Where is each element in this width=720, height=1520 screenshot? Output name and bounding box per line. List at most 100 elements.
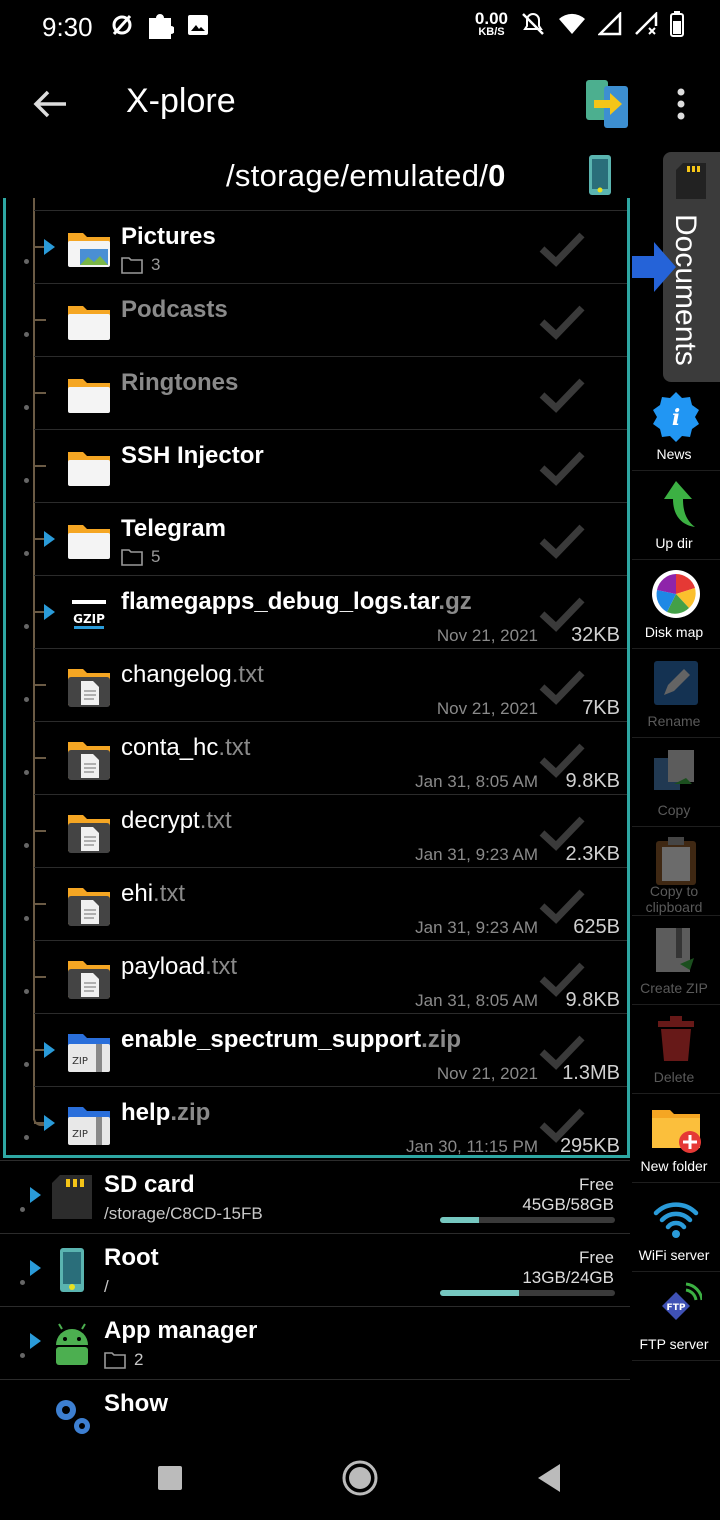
dual-pane-icon[interactable] (584, 76, 630, 130)
check-icon[interactable] (538, 450, 586, 486)
recents-icon[interactable] (150, 1458, 190, 1498)
phone-icon (50, 1246, 94, 1294)
expand-arrow-icon[interactable] (30, 1187, 41, 1203)
file-row-changelog-txt[interactable]: changelog.txt Nov 21, 2021 7KB (24, 648, 627, 721)
device-row-root[interactable]: Root / Free 13GB/24GB (0, 1233, 630, 1306)
file-name: ehi.txt (121, 880, 186, 907)
file-row-pictures[interactable]: Pictures 3 (24, 210, 627, 283)
toolbar-ftp-server-button[interactable]: FTP FTP server (632, 1272, 720, 1361)
file-date: Jan 31, 9:23 AM (415, 918, 538, 937)
expand-arrow-icon[interactable] (30, 1260, 41, 1276)
toolbar-new-folder-button[interactable]: New folder (632, 1094, 720, 1183)
file-date: Jan 31, 8:05 AM (415, 991, 538, 1010)
toolbar-label: Create ZIP (640, 980, 708, 996)
folder-file-icon (66, 371, 112, 417)
file-row-podcasts[interactable]: Podcasts (24, 283, 627, 356)
toolbar-label: Rename (647, 713, 701, 729)
expand-arrow-icon[interactable] (30, 1333, 41, 1349)
toolbar-label: Disk map (644, 624, 704, 640)
device-name: Show (104, 1390, 168, 1417)
file-row-help-zip[interactable]: ZIP help.zip Jan 30, 11:15 PM 295KB (24, 1086, 627, 1155)
check-icon[interactable] (538, 377, 586, 413)
check-icon[interactable] (538, 231, 586, 267)
svg-text:ZIP: ZIP (72, 1056, 88, 1067)
file-row-ehi-txt[interactable]: ehi.txt Jan 31, 9:23 AM 625B (24, 867, 627, 940)
check-icon[interactable] (538, 815, 586, 851)
back-nav-icon[interactable] (530, 1458, 570, 1498)
file-row-payload-txt[interactable]: payload.txt Jan 31, 8:05 AM 9.8KB (24, 940, 627, 1013)
file-date: Nov 21, 2021 (436, 699, 538, 718)
expand-arrow-icon[interactable] (44, 604, 55, 620)
more-vert-icon[interactable] (672, 84, 690, 124)
file-row-ringtones[interactable]: Ringtones (24, 356, 627, 429)
file-size: 7KB (582, 697, 620, 719)
toolbar-up-dir-button[interactable]: Up dir (632, 471, 720, 560)
file-row-enable-spectrum-support-zip[interactable]: ZIP enable_spectrum_support.zip Nov 21, 20… (24, 1013, 627, 1086)
check-icon[interactable] (538, 742, 586, 778)
device-row-sd-card[interactable]: SD card/storage/C8CD-15FB Free 45GB/58GB (0, 1160, 630, 1233)
check-icon[interactable] (538, 888, 586, 924)
toolbar-label: News (656, 446, 692, 462)
check-icon[interactable] (538, 961, 586, 997)
file-row-conta-hc-txt[interactable]: conta_hc.txt Jan 31, 8:05 AM 9.8KB (24, 721, 627, 794)
file-name: Pictures (121, 223, 216, 250)
mute-icon (522, 12, 544, 35)
back-arrow-icon[interactable] (30, 84, 70, 124)
folder-file-icon (66, 517, 112, 563)
storage-usage-bar (440, 1290, 615, 1296)
app-bar: X-plore (0, 56, 720, 152)
toolbar-disk-map-button[interactable]: Disk map (632, 560, 720, 649)
ftp-icon: FTP (650, 1280, 704, 1332)
current-path[interactable]: /storage/emulated/0 (226, 158, 506, 194)
check-icon[interactable] (538, 523, 586, 559)
file-name: flamegapps_debug_logs.tar.gz (121, 588, 472, 615)
svg-text:GZIP: GZIP (73, 612, 105, 626)
file-name: help.zip (121, 1099, 211, 1126)
toolbar-news-button[interactable]: i News (632, 382, 720, 471)
file-row-telegram[interactable]: Telegram 5 (24, 502, 627, 575)
data-saver-icon (112, 15, 132, 35)
toolbar-rename-button[interactable]: Rename (632, 649, 720, 738)
trash-icon (650, 1013, 702, 1065)
file-date: Jan 31, 9:23 AM (415, 845, 538, 864)
toolbar-copy-to-clipboard-button[interactable]: Copy to clipboard (632, 827, 720, 916)
device-name: SD card (104, 1171, 195, 1198)
check-icon[interactable] (538, 1034, 586, 1070)
check-icon[interactable] (538, 1107, 586, 1143)
storage-usage-bar (440, 1217, 615, 1223)
file-name: Telegram (121, 515, 226, 542)
expand-arrow-icon[interactable] (44, 1115, 55, 1131)
clipboard-icon (650, 835, 702, 887)
txt-file-icon (66, 809, 112, 855)
toolbar-copy-button[interactable]: Copy (632, 738, 720, 827)
file-row-flamegapps-debug-logs-tar-gz[interactable]: GZIP flamegapps_debug_logs.tar.gz Nov 21, … (24, 575, 627, 648)
signal-icon (598, 12, 622, 36)
toolbar-delete-button[interactable]: Delete (632, 1005, 720, 1094)
file-date: Nov 21, 2021 (436, 626, 538, 645)
device-row-app-manager[interactable]: App manager 2 (0, 1306, 630, 1379)
expand-arrow-icon[interactable] (44, 531, 55, 547)
up-arrow-icon (650, 479, 702, 531)
device-path: /storage/C8CD-15FB (104, 1204, 263, 1223)
expand-arrow-icon[interactable] (44, 239, 55, 255)
file-row-ssh-injector[interactable]: SSH Injector (24, 429, 627, 502)
expand-arrow-icon[interactable] (44, 1042, 55, 1058)
item-count: 5 (121, 547, 160, 567)
home-icon[interactable] (340, 1458, 380, 1498)
check-icon[interactable] (538, 669, 586, 705)
toolbar-wifi-server-button[interactable]: WiFi server (632, 1183, 720, 1272)
wifi-status-icon (559, 13, 585, 34)
device-name: App manager (104, 1317, 258, 1344)
check-icon[interactable] (538, 304, 586, 340)
wifi-icon (650, 1191, 702, 1243)
android-icon (50, 1319, 94, 1367)
file-name: conta_hc.txt (121, 734, 251, 761)
free-space: 45GB/58GB (522, 1195, 614, 1214)
file-row-decrypt-txt[interactable]: decrypt.txt Jan 31, 9:23 AM 2.3KB (24, 794, 627, 867)
toolbar-label: Copy (657, 802, 691, 818)
svg-text:ZIP: ZIP (72, 1129, 88, 1140)
toolbar-create-zip-button[interactable]: Create ZIP (632, 916, 720, 1005)
free-space: 13GB/24GB (522, 1268, 614, 1287)
device-name: Root (104, 1244, 159, 1271)
check-icon[interactable] (538, 596, 586, 632)
